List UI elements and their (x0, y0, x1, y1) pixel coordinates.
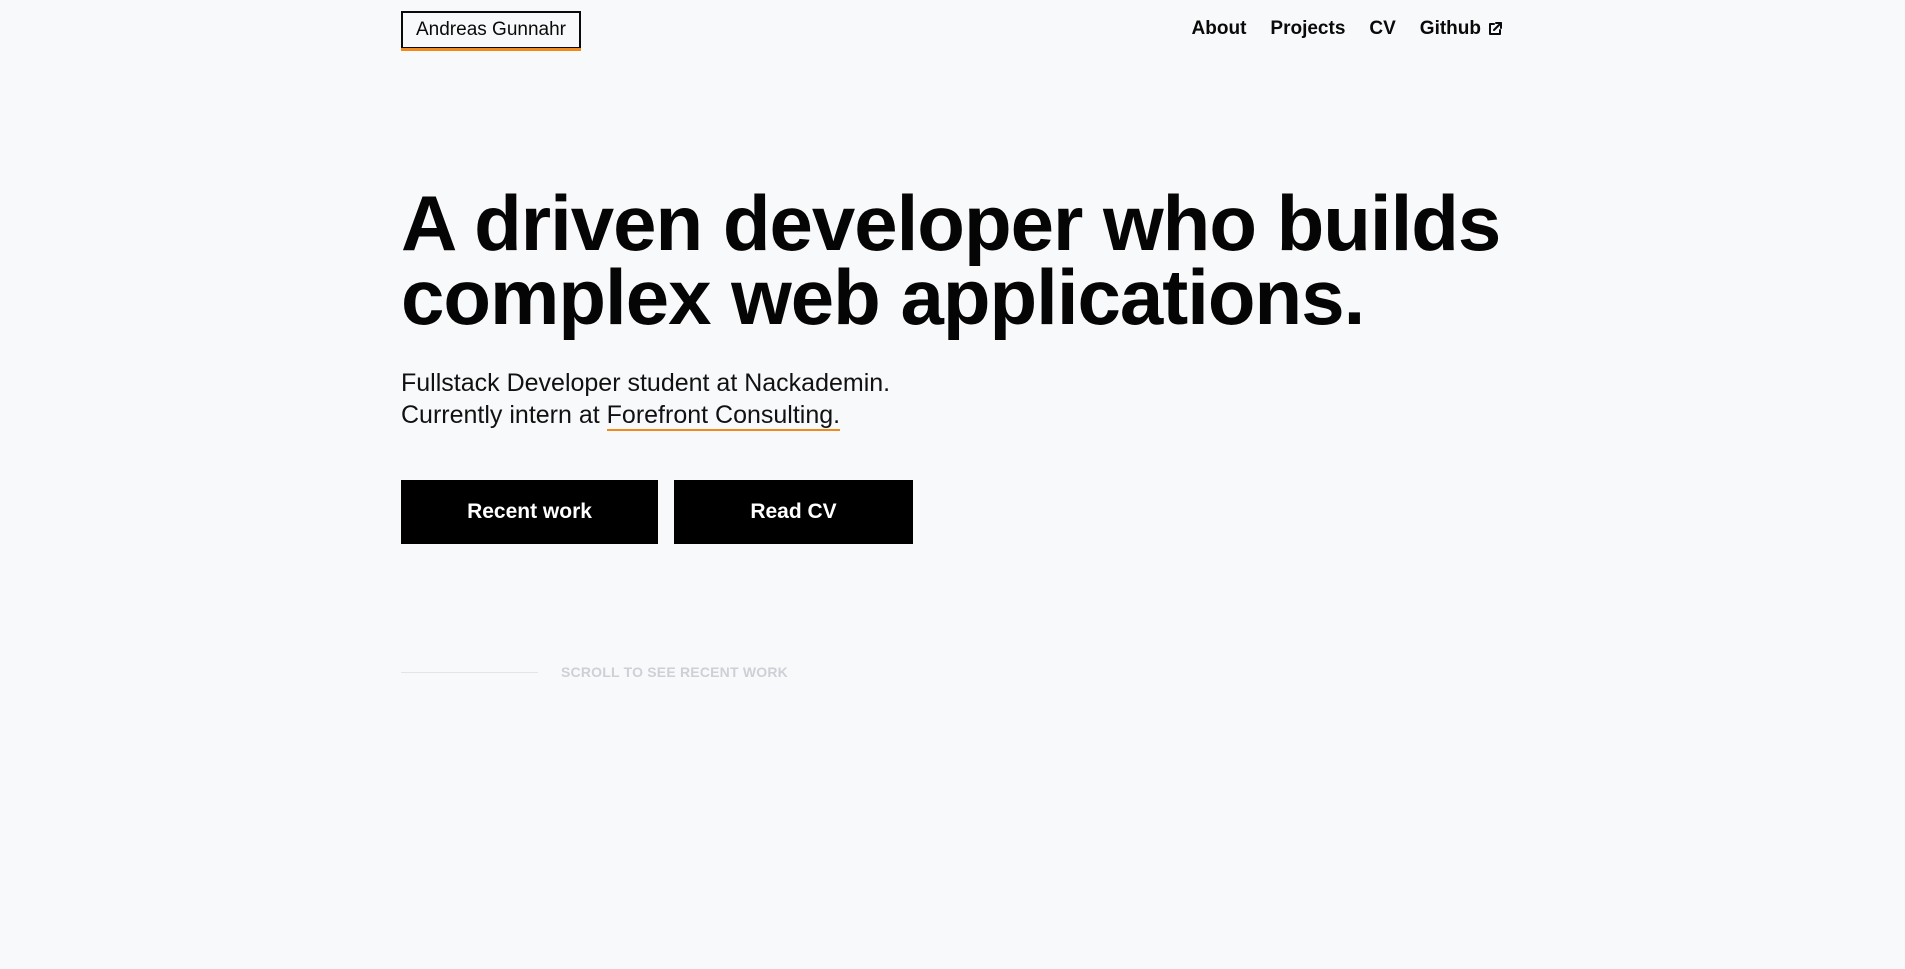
subtitle-line1: Fullstack Developer student at Nackademi… (401, 369, 891, 397)
nav-github[interactable]: Github (1420, 18, 1503, 40)
hero-subtitle: Fullstack Developer student at Nackademi… (401, 367, 1301, 431)
site-header: Andreas Gunnahr About Projects CV Github (401, 0, 1503, 60)
scroll-hint: SCROLL TO SEE RECENT WORK (401, 664, 788, 680)
page: Andreas Gunnahr About Projects CV Github (0, 0, 1905, 969)
recent-work-button[interactable]: Recent work (401, 480, 658, 544)
nav-projects[interactable]: Projects (1270, 18, 1345, 40)
scroll-hint-line (401, 671, 538, 673)
read-cv-button[interactable]: Read CV (674, 480, 913, 544)
nav-about[interactable]: About (1192, 18, 1247, 40)
subtitle-line2-prefix: Currently intern at (401, 401, 607, 429)
external-link-icon (1487, 21, 1503, 37)
nav-cv[interactable]: CV (1369, 18, 1395, 40)
main-container: Andreas Gunnahr About Projects CV Github (401, 0, 1503, 680)
hero-buttons: Recent work Read CV (401, 480, 913, 544)
main-nav: About Projects CV Github (1192, 18, 1503, 40)
company-link[interactable]: Forefront Consulting. (606, 401, 841, 431)
scroll-hint-text: SCROLL TO SEE RECENT WORK (561, 664, 788, 680)
nav-github-label: Github (1419, 18, 1481, 39)
logo-link[interactable]: Andreas Gunnahr (401, 11, 581, 51)
hero-title: A driven developer who builds complex we… (401, 179, 1501, 341)
